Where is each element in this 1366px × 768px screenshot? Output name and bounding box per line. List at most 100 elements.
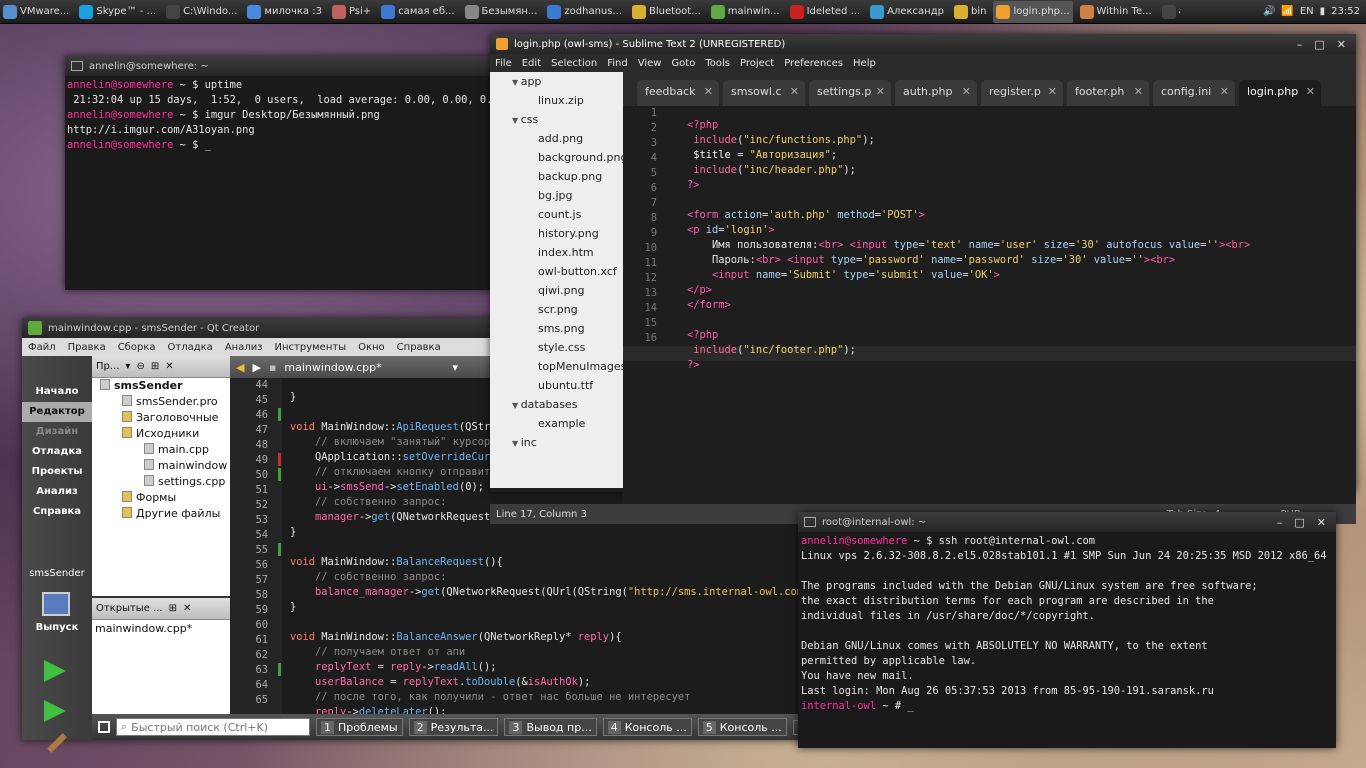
- close-icon[interactable]: ✕: [1337, 38, 1346, 51]
- tab-close-icon[interactable]: ✕: [704, 85, 713, 98]
- document-selector[interactable]: mainwindow.cpp*: [284, 361, 444, 374]
- folder-arrow-icon[interactable]: ▼: [512, 116, 521, 125]
- sidebar-file[interactable]: bg.jpg: [490, 186, 623, 205]
- terminal-output[interactable]: annelin@somewhere ~ $ uptime 21:32:04 up…: [65, 76, 505, 155]
- mode-button[interactable]: Справка: [22, 502, 92, 522]
- sidebar-file[interactable]: sms.png: [490, 319, 623, 338]
- tab-close-icon[interactable]: ✕: [790, 85, 799, 98]
- target-name[interactable]: smsSender: [22, 568, 92, 579]
- project-tree-item[interactable]: main.cpp: [92, 442, 230, 458]
- volume-icon[interactable]: 🔊: [1263, 6, 1275, 17]
- taskbar-item[interactable]: Skype™ - ...: [76, 1, 159, 23]
- tab-close-icon[interactable]: ✕: [1134, 85, 1143, 98]
- taskbar-item[interactable]: Безымян...: [462, 1, 541, 23]
- mode-button[interactable]: Начало: [22, 382, 92, 402]
- sidebar-folder[interactable]: ▼ databases: [490, 395, 623, 414]
- maximize-icon[interactable]: □: [1314, 38, 1324, 51]
- sidebar-file[interactable]: history.png: [490, 224, 623, 243]
- sidebar-file[interactable]: ubuntu.ttf: [490, 376, 623, 395]
- close-icon[interactable]: ✕: [165, 361, 173, 372]
- open-documents-select[interactable]: Открытые ...: [96, 603, 163, 614]
- sidebar-file[interactable]: style.css: [490, 338, 623, 357]
- menu-item[interactable]: Инструменты: [269, 342, 353, 353]
- mode-button[interactable]: Проекты: [22, 462, 92, 482]
- editor-tab[interactable]: config.ini ✕: [1153, 80, 1235, 106]
- computer-icon[interactable]: [42, 592, 70, 616]
- menu-item[interactable]: Selection: [546, 58, 602, 69]
- terminal-output[interactable]: annelin@somewhere ~ $ ssh root@internal-…: [798, 532, 1336, 716]
- project-tree-item[interactable]: smsSender.pro: [92, 394, 230, 410]
- editor-tab[interactable]: login.php ✕: [1239, 80, 1321, 106]
- output-pane-tab[interactable]: 3 Вывод пр...: [504, 718, 597, 736]
- menu-item[interactable]: Goto: [666, 58, 700, 69]
- tab-close-icon[interactable]: ✕: [876, 85, 885, 98]
- sidebar-file[interactable]: linux.zip: [490, 91, 623, 110]
- tab-close-icon[interactable]: ✕: [1306, 85, 1315, 98]
- project-tree-item[interactable]: Формы: [92, 490, 230, 506]
- menu-item[interactable]: Отладка: [162, 342, 219, 353]
- link-icon[interactable]: ⊖: [136, 361, 144, 372]
- taskbar-item[interactable]: Psi+: [329, 1, 374, 23]
- taskbar-item[interactable]: login.php...: [993, 0, 1073, 23]
- menu-item[interactable]: Анализ: [219, 342, 269, 353]
- output-pane-tab[interactable]: 1 Проблемы: [316, 718, 403, 736]
- build-mode[interactable]: Выпуск: [22, 622, 92, 633]
- code-text[interactable]: <?php include("inc/functions.php"); $tit…: [687, 106, 1356, 397]
- menu-item[interactable]: Find: [602, 58, 633, 69]
- run-icon[interactable]: [44, 660, 66, 682]
- terminal-titlebar[interactable]: annelin@somewhere: ~: [65, 56, 505, 76]
- project-view-select[interactable]: Пр...: [96, 361, 119, 372]
- project-tree-item[interactable]: Другие файлы: [92, 506, 230, 522]
- menu-item[interactable]: View: [633, 58, 667, 69]
- menu-item[interactable]: Окно: [352, 342, 391, 353]
- sidebar-folder[interactable]: ▼ inc: [490, 433, 623, 452]
- editor-tab[interactable]: settings.p ✕: [809, 80, 891, 106]
- taskbar-item[interactable]: VMware...: [0, 1, 72, 23]
- sidebar-folder[interactable]: ▼ css: [490, 110, 623, 129]
- project-tree-item[interactable]: Заголовочные: [92, 410, 230, 426]
- taskbar-item[interactable]: annelin@...: [1159, 1, 1180, 23]
- clock[interactable]: 23:52: [1331, 6, 1360, 17]
- minimize-icon[interactable]: –: [1297, 38, 1303, 51]
- sublime-titlebar[interactable]: login.php (owl-sms) - Sublime Text 2 (UN…: [490, 34, 1356, 54]
- editor-tab[interactable]: register.p ✕: [981, 80, 1063, 106]
- close-icon[interactable]: ✕: [183, 603, 191, 614]
- menu-item[interactable]: Правка: [62, 342, 112, 353]
- chevron-down-icon[interactable]: ▾: [452, 361, 458, 374]
- folder-arrow-icon[interactable]: ▼: [512, 439, 521, 448]
- forward-arrow-icon[interactable]: ▶: [252, 361, 260, 374]
- mode-button[interactable]: Редактор: [22, 402, 92, 422]
- mode-button[interactable]: Дизайн: [22, 422, 92, 442]
- taskbar-item[interactable]: Within Te...: [1077, 1, 1155, 23]
- sidebar-file[interactable]: count.js: [490, 205, 623, 224]
- taskbar-item[interactable]: C:\Windo...: [163, 1, 240, 23]
- taskbar-item[interactable]: bin: [951, 1, 989, 23]
- project-tree-item[interactable]: mainwindow: [92, 458, 230, 474]
- taskbar-item[interactable]: Александр: [867, 1, 947, 23]
- sidebar-file[interactable]: backup.png: [490, 167, 623, 186]
- sidebar-file[interactable]: owl-button.xcf: [490, 262, 623, 281]
- project-tree-item[interactable]: smsSender: [92, 378, 230, 394]
- taskbar-item[interactable]: Bluetoot...: [629, 1, 704, 23]
- menu-item[interactable]: Preferences: [779, 58, 848, 69]
- taskbar-item[interactable]: zodhanus...: [544, 1, 625, 23]
- menu-item[interactable]: Project: [735, 58, 779, 69]
- terminal-titlebar[interactable]: root@internal-owl: ~ – □ ✕: [798, 512, 1336, 532]
- tab-close-icon[interactable]: ✕: [1220, 85, 1229, 98]
- output-pane-tab[interactable]: 5 Консоль ...: [697, 718, 787, 736]
- editor-tab[interactable]: smsowl.c ✕: [723, 80, 805, 106]
- sidebar-file[interactable]: add.png: [490, 129, 623, 148]
- menu-item[interactable]: File: [490, 58, 517, 69]
- folder-arrow-icon[interactable]: ▼: [512, 401, 521, 410]
- split-icon[interactable]: ⊞: [169, 603, 177, 614]
- menu-item[interactable]: Help: [848, 58, 881, 69]
- editor-tab[interactable]: auth.php ✕: [895, 80, 977, 106]
- back-arrow-icon[interactable]: ◀: [236, 361, 244, 374]
- folder-arrow-icon[interactable]: ▼: [512, 78, 521, 87]
- network-icon[interactable]: 📶: [1281, 6, 1293, 17]
- sidebar-file[interactable]: index.htm: [490, 243, 623, 262]
- taskbar-item[interactable]: самая еб...: [378, 1, 457, 23]
- taskbar-item[interactable]: Ideleted ...: [787, 1, 864, 23]
- open-document-item[interactable]: mainwindow.cpp*: [95, 622, 227, 635]
- menu-item[interactable]: Edit: [517, 58, 546, 69]
